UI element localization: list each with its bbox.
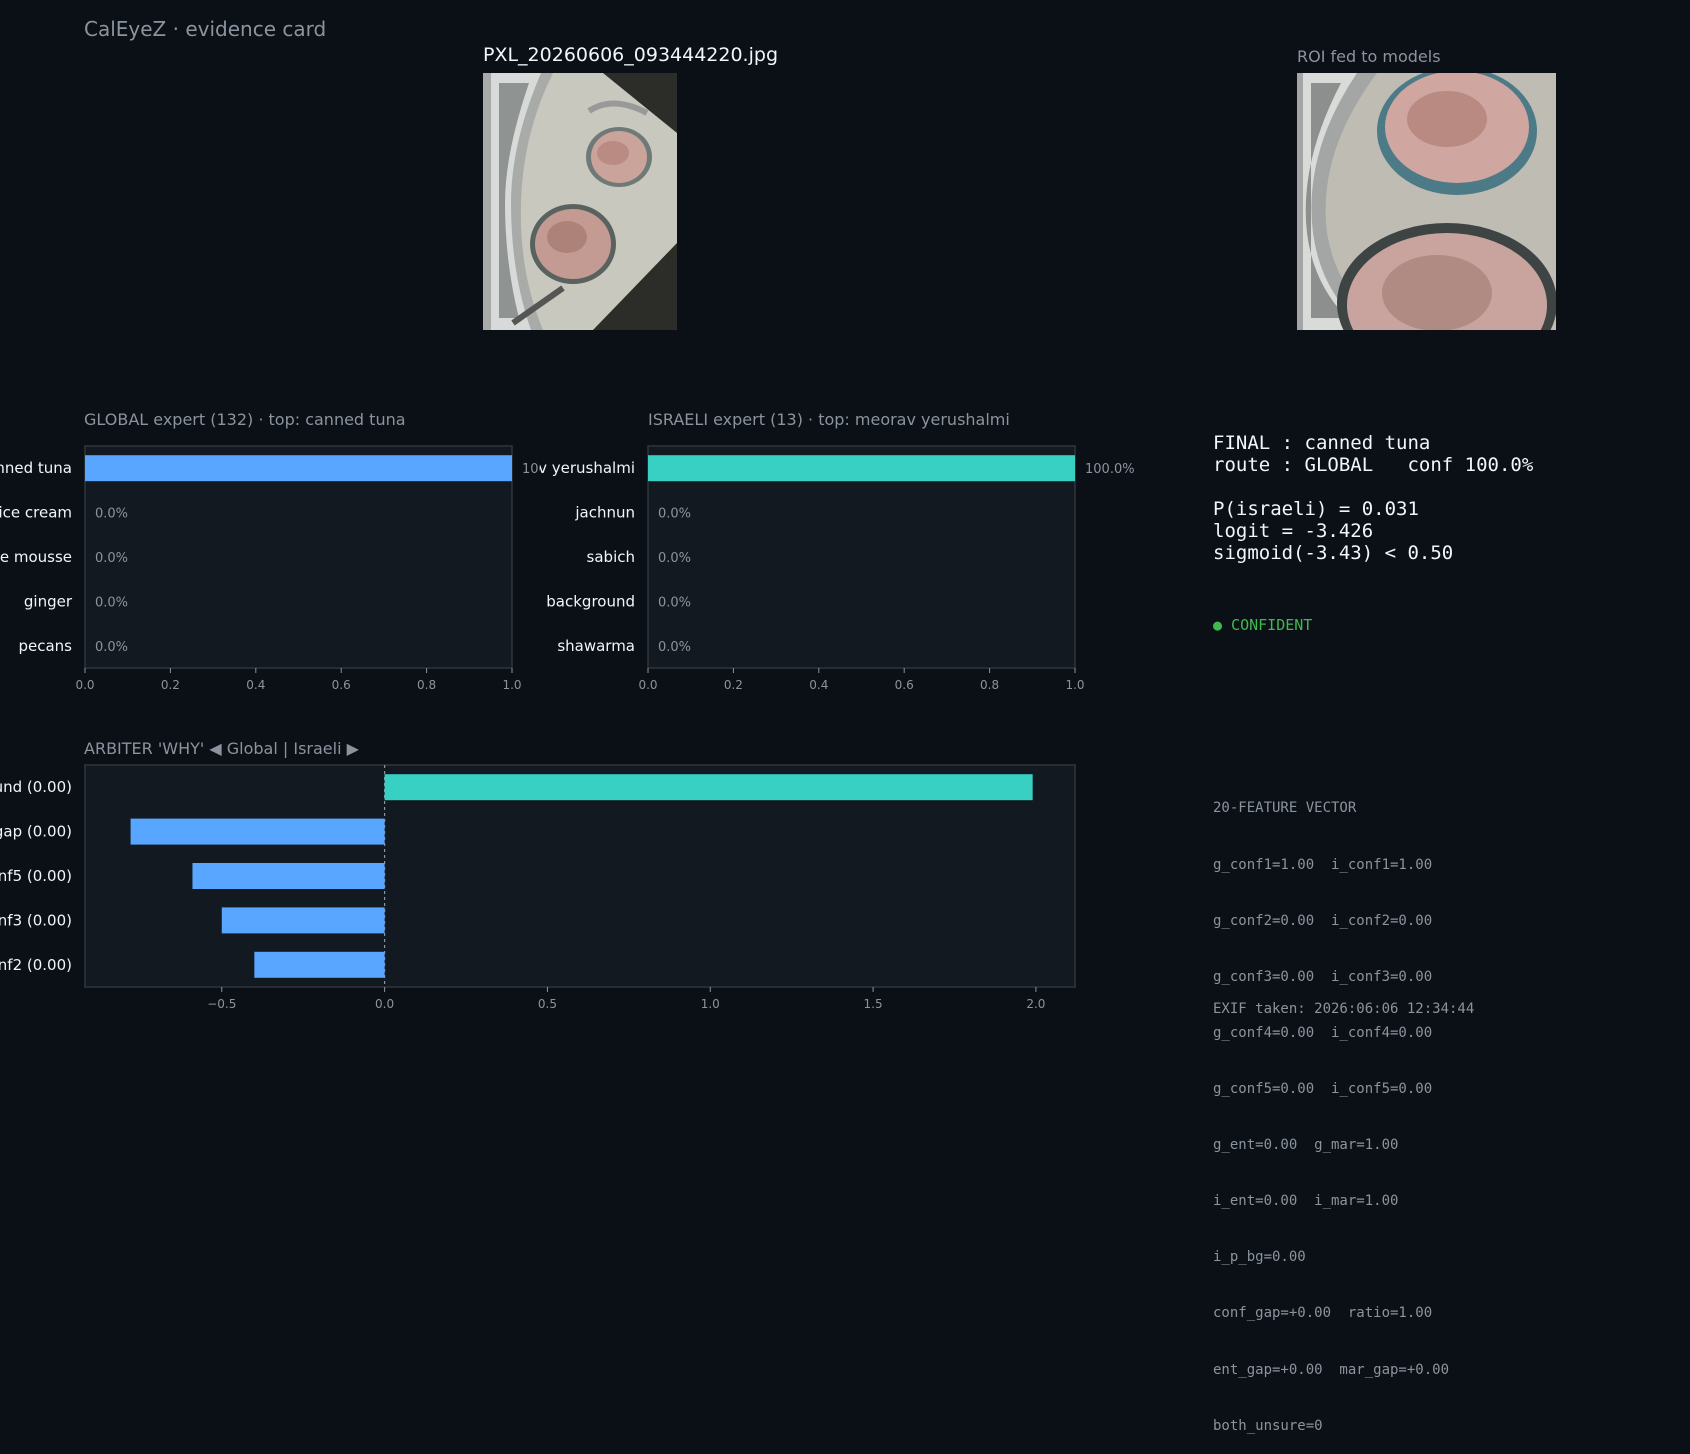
image-filename: PXL_20260606_093444220.jpg — [483, 44, 779, 66]
israeli-expert-chart: 0.0 0.2 0.4 0.6 0.8 1.0 meorav yerushalmi 100.0… — [540, 445, 1135, 692]
global-category-label: ginger — [24, 592, 73, 610]
final-decision: FINAL : canned tuna route : GLOBAL conf 1… — [1213, 432, 1533, 564]
israeli-category-label: sabich — [587, 548, 635, 566]
arbiter-xtick-label: −0.5 — [207, 997, 236, 1011]
global-bar — [85, 455, 512, 482]
feature-line: ent_gap=+0.00 mar_gap=+0.00 — [1213, 1361, 1450, 1378]
feature-vector: 20-FEATURE VECTOR g_conf1=1.00 i_conf1=1… — [1213, 762, 1449, 1454]
app-title: CalEyeZ · evidence card — [84, 17, 327, 41]
p-israeli-line: P(israeli) = 0.031 — [1213, 498, 1419, 520]
arbiter-bar — [192, 863, 385, 889]
israeli-category-label: background — [546, 592, 635, 610]
israeli-category-label: jachnun — [574, 504, 635, 522]
israeli-category-label: meorav yerushalmi — [540, 459, 635, 477]
global-xtick-label: 0.2 — [161, 678, 180, 692]
israeli-xtick-label: 0.6 — [895, 678, 914, 692]
global-expert-title: GLOBAL expert (132) · top: canned tuna — [84, 410, 406, 429]
israeli-xtick-label: 0.8 — [980, 678, 999, 692]
israeli-value-label: 100.0% — [1085, 462, 1135, 477]
arbiter-bar — [130, 818, 385, 845]
final-line: FINAL : canned tuna — [1213, 432, 1431, 454]
global-xtick-label: 0.4 — [246, 678, 265, 692]
logit-line: logit = -3.426 — [1213, 520, 1374, 542]
global-xtick-label: 0.6 — [332, 678, 351, 692]
israeli-bar — [648, 455, 1075, 482]
israeli-value-label: 0.0% — [658, 507, 691, 522]
israeli-xtick-label: 0.4 — [809, 678, 828, 692]
israeli-xtick-label: 0.2 — [724, 678, 743, 692]
confidence-status: ● CONFIDENT — [1213, 616, 1313, 634]
feature-line: g_conf5=0.00 i_conf5=0.00 — [1213, 1080, 1433, 1097]
arbiter-category-label: ound (0.00) — [0, 778, 72, 796]
sigmoid-line: sigmoid(-3.43) < 0.50 — [1213, 542, 1454, 564]
global-category-label: ice cream — [0, 504, 72, 522]
global-category-label: te mousse — [0, 548, 72, 566]
global-xtick-label: 0.8 — [417, 678, 436, 692]
feature-line: g_conf1=1.00 i_conf1=1.00 — [1213, 856, 1433, 873]
feature-line: g_ent=0.00 g_mar=1.00 — [1213, 1137, 1399, 1154]
main-photo — [483, 73, 677, 330]
arbiter-xtick-label: 0.5 — [538, 997, 557, 1011]
arbiter-xtick-label: 0.0 — [375, 997, 394, 1011]
arbiter-category-label: onf5 (0.00) — [0, 867, 72, 885]
global-value-label: 0.0% — [95, 595, 128, 610]
arbiter-title: ARBITER 'WHY' ◀ Global | Israeli ▶ — [84, 739, 359, 758]
israeli-expert-title: ISRAELI expert (13) · top: meorav yerush… — [648, 410, 1010, 429]
feature-vector-title: 20-FEATURE VECTOR — [1213, 800, 1357, 817]
global-category-label: nned tuna — [0, 459, 72, 477]
roi-photo — [1297, 73, 1556, 330]
israeli-value-label: 0.0% — [658, 551, 691, 566]
israeli-value-label: 0.0% — [658, 595, 691, 610]
arbiter-xtick-label: 1.5 — [864, 997, 883, 1011]
israeli-category-label: shawarma — [557, 637, 635, 655]
feature-line: g_conf2=0.00 i_conf2=0.00 — [1213, 912, 1433, 929]
global-expert-chart: 0.0 0.2 0.4 0.6 0.8 1.0 nned tuna 100.0% ice cre… — [0, 445, 540, 692]
israeli-xtick-label: 0.0 — [638, 678, 657, 692]
arbiter-bar — [254, 951, 385, 978]
global-value-label: 0.0% — [95, 507, 128, 522]
global-xtick-label: 1.0 — [502, 678, 521, 692]
arbiter-category-label: gap (0.00) — [0, 823, 72, 841]
global-value-label: 0.0% — [95, 640, 128, 655]
global-category-label: pecans — [18, 637, 72, 655]
arbiter-bar — [221, 907, 385, 934]
arbiter-xtick-label: 2.0 — [1026, 997, 1045, 1011]
feature-line: i_p_bg=0.00 — [1213, 1249, 1306, 1266]
arbiter-bar — [384, 774, 1033, 801]
feature-line: conf_gap=+0.00 ratio=1.00 — [1213, 1305, 1433, 1322]
feature-line: g_conf3=0.00 i_conf3=0.00 — [1213, 968, 1433, 985]
feature-line: i_ent=0.00 i_mar=1.00 — [1213, 1193, 1399, 1210]
israeli-value-label: 0.0% — [658, 640, 691, 655]
israeli-xtick-label: 1.0 — [1065, 678, 1084, 692]
arbiter-xtick-label: 1.0 — [701, 997, 720, 1011]
arbiter-category-label: onf3 (0.00) — [0, 911, 72, 929]
global-value-label: 100.0% — [522, 462, 540, 477]
exif-taken: EXIF taken: 2026:06:06 12:34:44 — [1213, 1001, 1475, 1017]
roi-label: ROI fed to models — [1297, 47, 1441, 66]
global-value-label: 0.0% — [95, 551, 128, 566]
global-xtick-label: 0.0 — [75, 678, 94, 692]
feature-line: both_unsure=0 — [1213, 1417, 1323, 1434]
route-line: route : GLOBAL conf 100.0% — [1213, 454, 1534, 476]
arbiter-category-label: onf2 (0.00) — [0, 956, 72, 974]
arbiter-chart: −0.5 0.0 0.5 1.0 1.5 2.0 ound (0.00) gap (0.00)… — [0, 764, 1076, 1011]
